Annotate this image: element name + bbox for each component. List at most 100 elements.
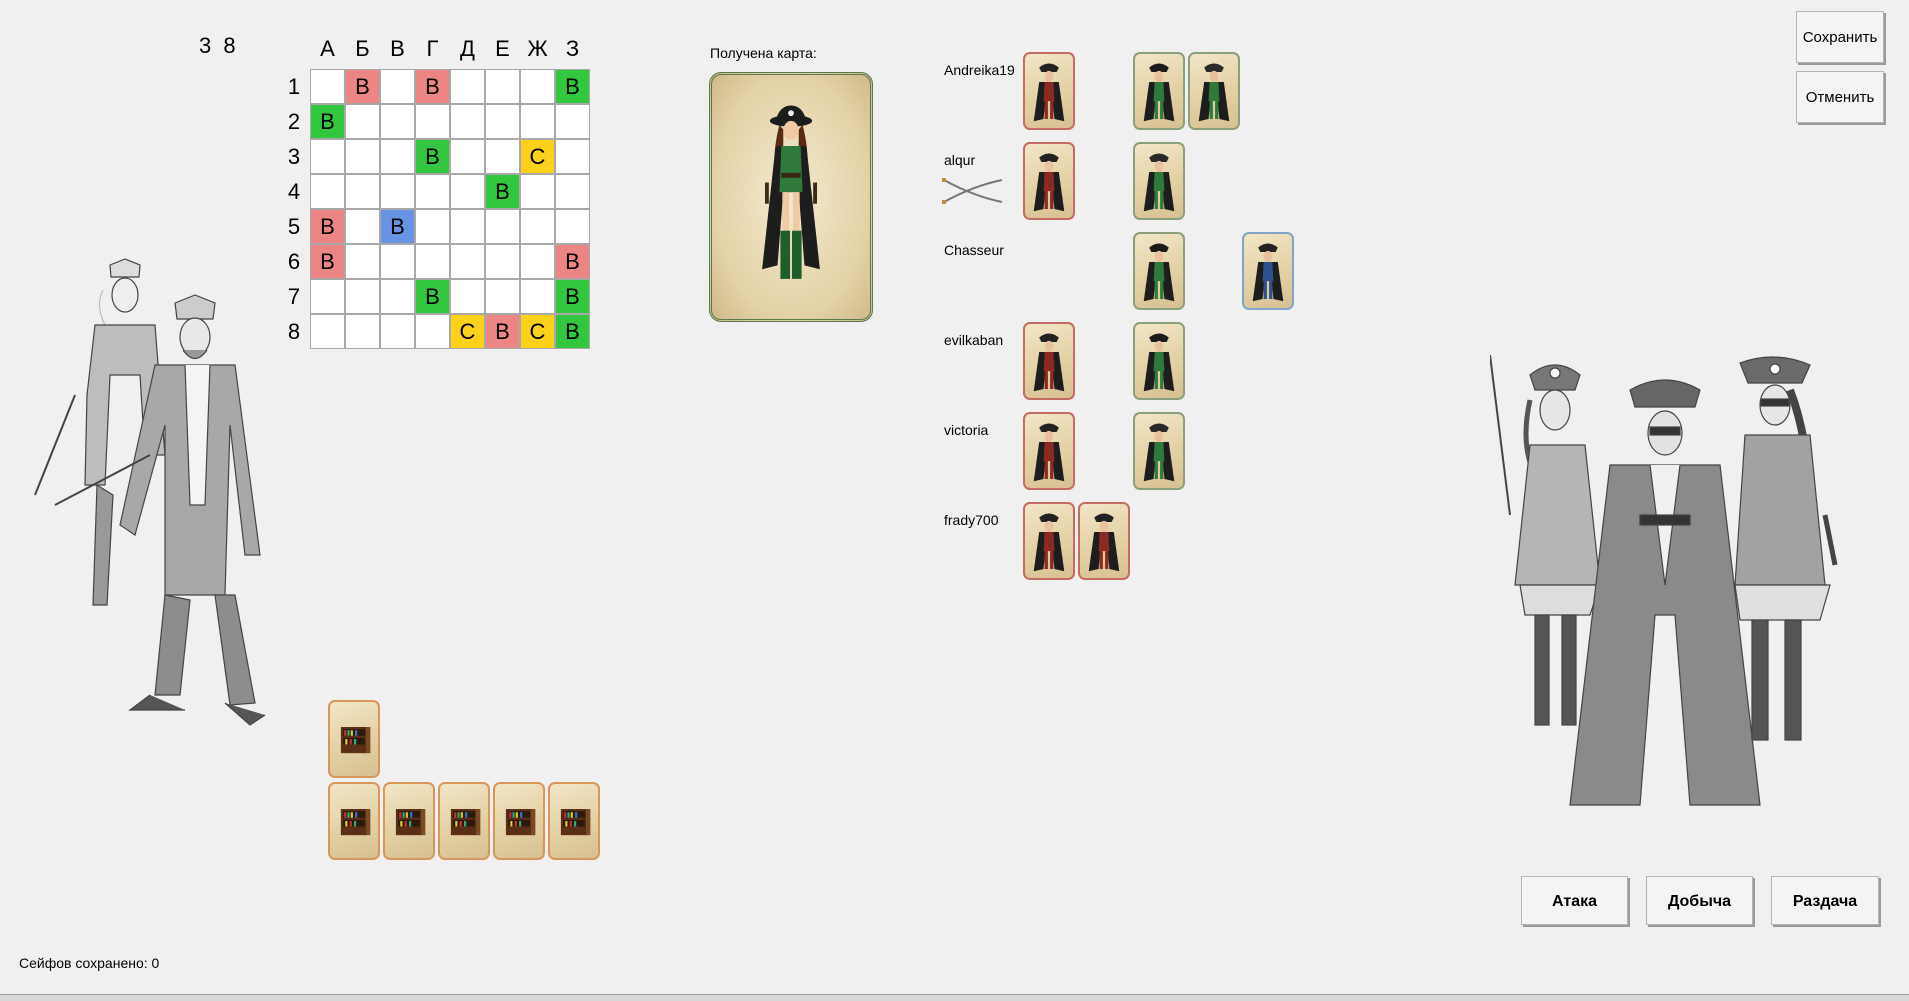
board-cell[interactable]: [310, 139, 345, 174]
board-cell[interactable]: [555, 139, 590, 174]
board-cell[interactable]: B: [415, 279, 450, 314]
board-cell[interactable]: [310, 279, 345, 314]
board-cell[interactable]: [380, 279, 415, 314]
board-column-header: З: [565, 36, 580, 61]
board-cell[interactable]: [555, 209, 590, 244]
player-name: evilkaban: [944, 332, 1004, 348]
board-cell[interactable]: [380, 244, 415, 279]
player-card[interactable]: [1133, 322, 1185, 400]
board-cell[interactable]: [310, 314, 345, 349]
board-cell[interactable]: [485, 104, 520, 139]
score-counter: 3 8: [199, 33, 239, 58]
hand-card-safe[interactable]: [548, 782, 600, 860]
board-cell[interactable]: [485, 279, 520, 314]
board-cell[interactable]: [450, 139, 485, 174]
board-cell[interactable]: [485, 69, 520, 104]
board-cell[interactable]: B: [415, 139, 450, 174]
board-cell[interactable]: [450, 279, 485, 314]
board-cell[interactable]: B: [380, 209, 415, 244]
pirates-illustration: [1490, 355, 1838, 806]
board-cell[interactable]: [380, 314, 415, 349]
board-cell[interactable]: [345, 314, 380, 349]
board-cell[interactable]: [520, 104, 555, 139]
board-cell[interactable]: B: [555, 279, 590, 314]
board-cell[interactable]: [415, 314, 450, 349]
received-card: [709, 72, 873, 322]
officers-illustration: [34, 258, 266, 726]
board-row-header: 2: [287, 109, 301, 134]
board-cell[interactable]: B: [345, 69, 380, 104]
player-card[interactable]: [1023, 412, 1075, 490]
board-cell[interactable]: [520, 69, 555, 104]
board-cell[interactable]: [345, 279, 380, 314]
player-card[interactable]: [1242, 232, 1294, 310]
board-cell[interactable]: C: [450, 314, 485, 349]
player-card[interactable]: [1133, 412, 1185, 490]
board-cell[interactable]: [450, 69, 485, 104]
board-cell[interactable]: [345, 244, 380, 279]
player-card[interactable]: [1023, 52, 1075, 130]
board-cell[interactable]: [485, 209, 520, 244]
player-card[interactable]: [1133, 52, 1185, 130]
board-cell[interactable]: [345, 139, 380, 174]
player-name: Andreika19: [944, 62, 1015, 78]
board-cell[interactable]: [520, 244, 555, 279]
save-button[interactable]: Сохранить: [1796, 11, 1884, 63]
board-cell[interactable]: B: [310, 209, 345, 244]
player-card[interactable]: [1023, 322, 1075, 400]
board-cell[interactable]: [380, 104, 415, 139]
hand-card-safe[interactable]: [383, 782, 435, 860]
board-cell[interactable]: [415, 104, 450, 139]
board-cell[interactable]: [415, 209, 450, 244]
board-cell[interactable]: B: [310, 244, 345, 279]
board-cell[interactable]: B: [310, 104, 345, 139]
board-cell[interactable]: [485, 244, 520, 279]
deal-button[interactable]: Раздача: [1771, 876, 1879, 925]
hand-card-safe[interactable]: [328, 700, 380, 778]
board-cell[interactable]: [345, 174, 380, 209]
board-cell[interactable]: [345, 209, 380, 244]
board-cell[interactable]: [485, 139, 520, 174]
board-cell[interactable]: [555, 104, 590, 139]
board-cell[interactable]: [380, 139, 415, 174]
player-card[interactable]: [1188, 52, 1240, 130]
board-cell[interactable]: [380, 69, 415, 104]
hand-card-safe[interactable]: [438, 782, 490, 860]
board-column-header: Г: [426, 36, 439, 61]
board-cell[interactable]: [450, 244, 485, 279]
board-cell[interactable]: C: [520, 314, 555, 349]
board-cell[interactable]: B: [555, 69, 590, 104]
board-cell[interactable]: B: [485, 314, 520, 349]
board-cell[interactable]: B: [485, 174, 520, 209]
board-cell[interactable]: B: [415, 69, 450, 104]
hand-card-safe[interactable]: [328, 782, 380, 860]
board-cell[interactable]: [380, 174, 415, 209]
player-card[interactable]: [1078, 502, 1130, 580]
board-cell[interactable]: B: [555, 244, 590, 279]
board-cell[interactable]: [450, 209, 485, 244]
loot-button[interactable]: Добыча: [1646, 876, 1753, 925]
board-cell[interactable]: B: [555, 314, 590, 349]
cancel-button[interactable]: Отменить: [1796, 71, 1884, 123]
board-cell[interactable]: [520, 209, 555, 244]
player-card[interactable]: [1133, 232, 1185, 310]
board-cell[interactable]: [415, 244, 450, 279]
hand-card-safe[interactable]: [493, 782, 545, 860]
board-cell[interactable]: [450, 174, 485, 209]
board-row-header: 3: [287, 144, 301, 169]
board-cell[interactable]: [310, 69, 345, 104]
player-card[interactable]: [1023, 502, 1075, 580]
board-cell[interactable]: [450, 104, 485, 139]
board-cell[interactable]: C: [520, 139, 555, 174]
board-row-header: 4: [287, 179, 301, 204]
attack-button[interactable]: Атака: [1521, 876, 1628, 925]
board-cell[interactable]: [345, 104, 380, 139]
board-cell[interactable]: [415, 174, 450, 209]
player-card[interactable]: [1023, 142, 1075, 220]
player-name: Chasseur: [944, 242, 1004, 258]
board-cell[interactable]: [555, 174, 590, 209]
board-cell[interactable]: [520, 279, 555, 314]
player-card[interactable]: [1133, 142, 1185, 220]
board-cell[interactable]: [520, 174, 555, 209]
board-cell[interactable]: [310, 174, 345, 209]
